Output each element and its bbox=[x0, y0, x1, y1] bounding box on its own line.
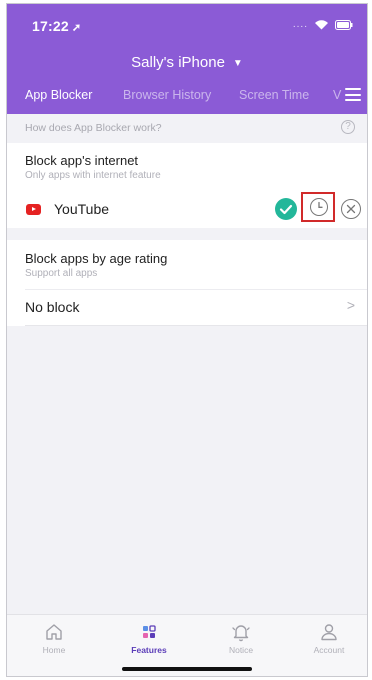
divider bbox=[25, 289, 367, 290]
youtube-icon bbox=[26, 204, 41, 215]
battery-icon bbox=[335, 19, 353, 30]
block-internet-title: Block app's internet bbox=[25, 153, 139, 168]
age-rating-card: Block apps by age rating Support all app… bbox=[7, 240, 367, 326]
block-internet-subtitle: Only apps with internet feature bbox=[25, 170, 161, 181]
tabbar-account[interactable]: Account bbox=[294, 621, 364, 655]
feature-tabs: App Blocker Browser History Screen Time … bbox=[7, 84, 367, 112]
tab-browser-history[interactable]: Browser History bbox=[123, 88, 211, 102]
question-icon[interactable]: ? bbox=[341, 120, 355, 134]
device-selector[interactable]: Sally's iPhone ▼ bbox=[7, 54, 367, 71]
help-row[interactable]: How does App Blocker work? ? bbox=[7, 114, 367, 142]
close-icon bbox=[346, 204, 356, 214]
tabbar-home[interactable]: Home bbox=[19, 621, 89, 655]
status-time-label: 17:22 bbox=[32, 18, 69, 34]
clock-icon bbox=[310, 198, 328, 216]
divider bbox=[25, 325, 367, 326]
tab-partial[interactable]: V bbox=[333, 88, 341, 102]
age-rating-subtitle: Support all apps bbox=[25, 268, 98, 279]
menu-icon[interactable] bbox=[345, 88, 361, 101]
home-icon bbox=[46, 624, 62, 640]
header: 17:22 ➚ .... Sally's iPhone ▼ App Blocker … bbox=[7, 4, 367, 114]
home-indicator bbox=[122, 667, 252, 671]
age-rating-title: Block apps by age rating bbox=[25, 251, 168, 266]
tab-screen-time[interactable]: Screen Time bbox=[239, 88, 309, 102]
tabbar-label: Home bbox=[42, 645, 66, 655]
bell-icon bbox=[232, 625, 250, 642]
tabbar-label: Notice bbox=[228, 645, 254, 655]
age-rating-value: No block bbox=[25, 299, 80, 315]
person-icon bbox=[321, 624, 337, 641]
bottom-tab-bar: Home Features Notice Account bbox=[7, 614, 367, 676]
wifi-icon bbox=[314, 19, 329, 30]
remove-app-button[interactable] bbox=[341, 199, 361, 219]
tabbar-notice[interactable]: Notice bbox=[206, 621, 276, 655]
help-text: How does App Blocker work? bbox=[25, 122, 162, 134]
status-bar: 17:22 ➚ .... bbox=[7, 4, 367, 44]
tabbar-features[interactable]: Features bbox=[114, 621, 184, 655]
app-frame: 17:22 ➚ .... Sally's iPhone ▼ App Blocker … bbox=[6, 3, 368, 677]
signal-icon: .... bbox=[292, 19, 308, 30]
tab-app-blocker[interactable]: App Blocker bbox=[25, 88, 92, 102]
status-icons: .... bbox=[293, 19, 353, 30]
tabbar-label: Account bbox=[313, 645, 345, 655]
schedule-clock-button[interactable] bbox=[301, 192, 335, 222]
caret-down-icon: ▼ bbox=[232, 57, 243, 69]
enabled-check-icon[interactable] bbox=[275, 198, 297, 220]
tabbar-label: Features bbox=[131, 645, 167, 655]
features-icon bbox=[143, 625, 156, 638]
block-internet-card: Block app's internet Only apps with inte… bbox=[7, 143, 367, 228]
location-arrow-icon: ➚ bbox=[71, 22, 82, 34]
device-name: Sally's iPhone bbox=[131, 54, 225, 71]
app-name: YouTube bbox=[54, 201, 110, 217]
status-time: 17:22 ➚ bbox=[32, 18, 81, 34]
chevron-right-icon: > bbox=[346, 297, 355, 313]
